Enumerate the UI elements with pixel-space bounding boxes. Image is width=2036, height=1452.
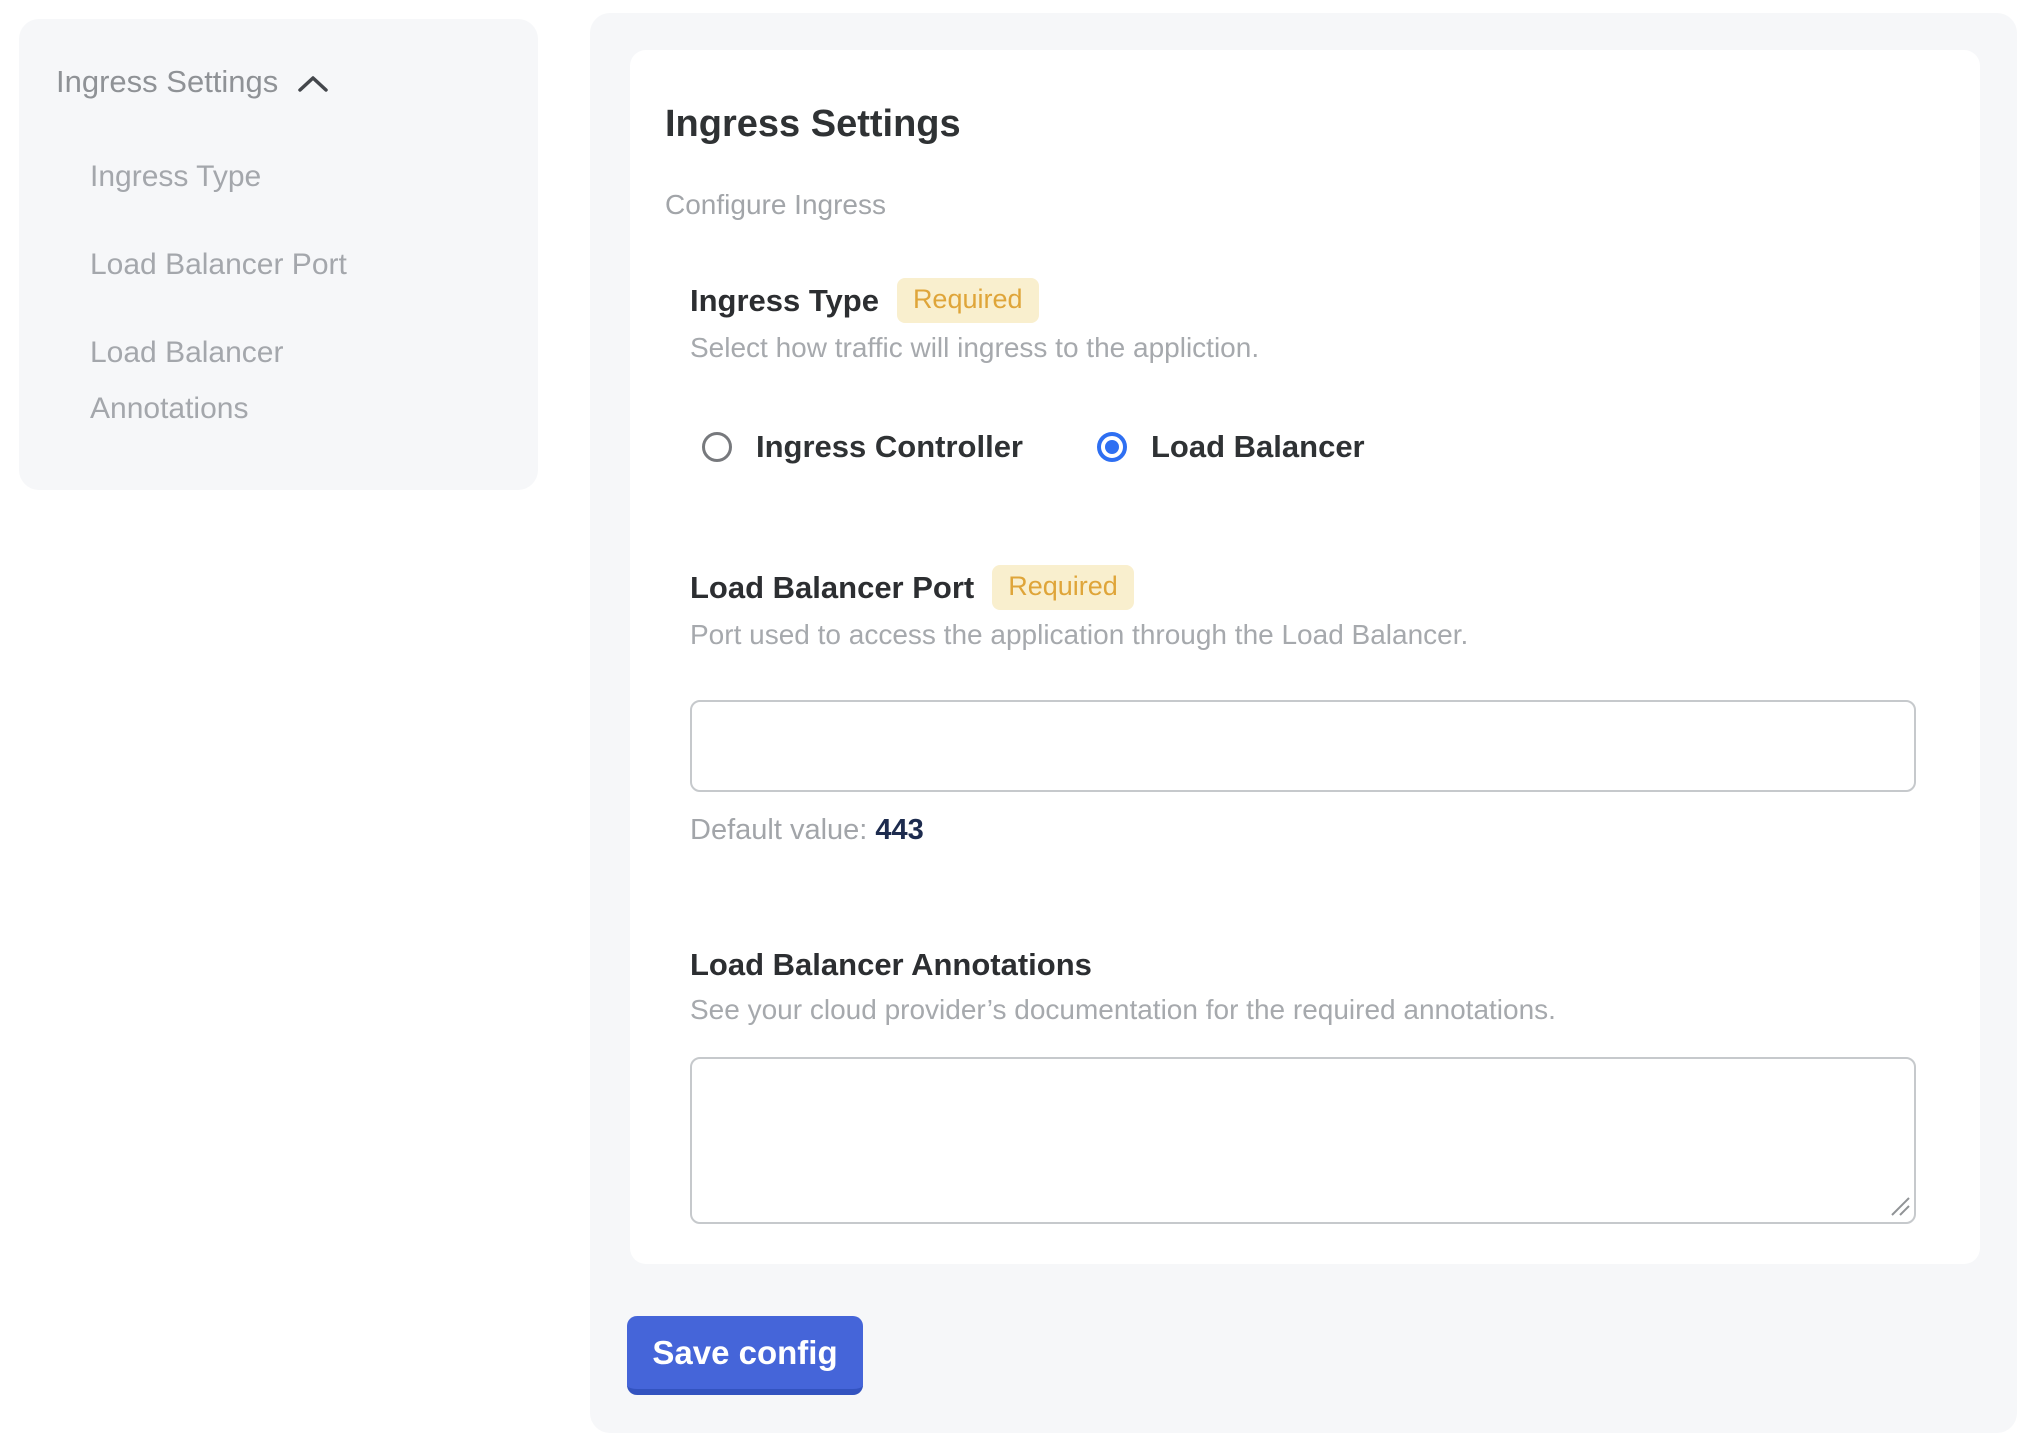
load-balancer-annotations-textarea[interactable]: [690, 1057, 1916, 1224]
sidebar-item-ingress-type[interactable]: Ingress Type: [90, 149, 430, 205]
page-title: Ingress Settings: [665, 102, 1920, 146]
radio-circle-load-balancer[interactable]: [1097, 432, 1127, 462]
section-load-balancer-port: Load Balancer Port Required Port used to…: [690, 565, 1916, 847]
radio-label-ingress-controller: Ingress Controller: [756, 429, 1023, 465]
default-value: 443: [875, 814, 923, 846]
sidebar-group-label: Ingress Settings: [56, 63, 278, 101]
section-description-ingress-type: Select how traffic will ingress to the a…: [690, 331, 1916, 365]
radio-circle-ingress-controller[interactable]: [702, 432, 732, 462]
section-heading-load-balancer-annotations: Load Balancer Annotations: [690, 945, 1092, 985]
section-ingress-type: Ingress Type Required Select how traffic…: [690, 278, 1916, 465]
load-balancer-port-input[interactable]: [690, 700, 1916, 792]
default-value-label: Default value:: [690, 814, 867, 846]
section-description-load-balancer-port: Port used to access the application thro…: [690, 618, 1916, 652]
sidebar-list: Ingress Type Load Balancer Port Load Bal…: [56, 149, 430, 437]
page-subtitle: Configure Ingress: [665, 188, 1920, 222]
required-badge: Required: [992, 565, 1134, 610]
main-panel: Ingress Settings Configure Ingress Ingre…: [590, 13, 2017, 1433]
ingress-type-radio-group: Ingress Controller Load Balancer: [702, 429, 1916, 465]
section-heading-load-balancer-port: Load Balancer Port: [690, 568, 974, 608]
sidebar-group-ingress-settings[interactable]: Ingress Settings: [56, 63, 508, 101]
annotations-textarea-wrap: [690, 1057, 1916, 1224]
section-description-load-balancer-annotations: See your cloud provider’s documentation …: [690, 993, 1916, 1027]
section-heading-ingress-type: Ingress Type: [690, 281, 879, 321]
save-config-button[interactable]: Save config: [627, 1316, 863, 1395]
radio-option-load-balancer[interactable]: Load Balancer: [1097, 429, 1365, 465]
section-load-balancer-annotations: Load Balancer Annotations See your cloud…: [690, 945, 1916, 1224]
settings-sidebar: Ingress Settings Ingress Type Load Balan…: [19, 19, 538, 490]
sidebar-item-load-balancer-annotations[interactable]: Load Balancer Annotations: [90, 325, 430, 437]
form-sections: Ingress Type Required Select how traffic…: [690, 278, 1916, 1224]
chevron-up-icon: [298, 63, 328, 101]
resize-handle-icon[interactable]: [1889, 1195, 1911, 1217]
required-badge: Required: [897, 278, 1039, 323]
ingress-settings-card: Ingress Settings Configure Ingress Ingre…: [630, 50, 1980, 1264]
radio-option-ingress-controller[interactable]: Ingress Controller: [702, 429, 1023, 465]
default-value-line: Default value:443: [690, 814, 1916, 847]
radio-label-load-balancer: Load Balancer: [1151, 429, 1365, 465]
sidebar-item-load-balancer-port[interactable]: Load Balancer Port: [90, 237, 430, 293]
